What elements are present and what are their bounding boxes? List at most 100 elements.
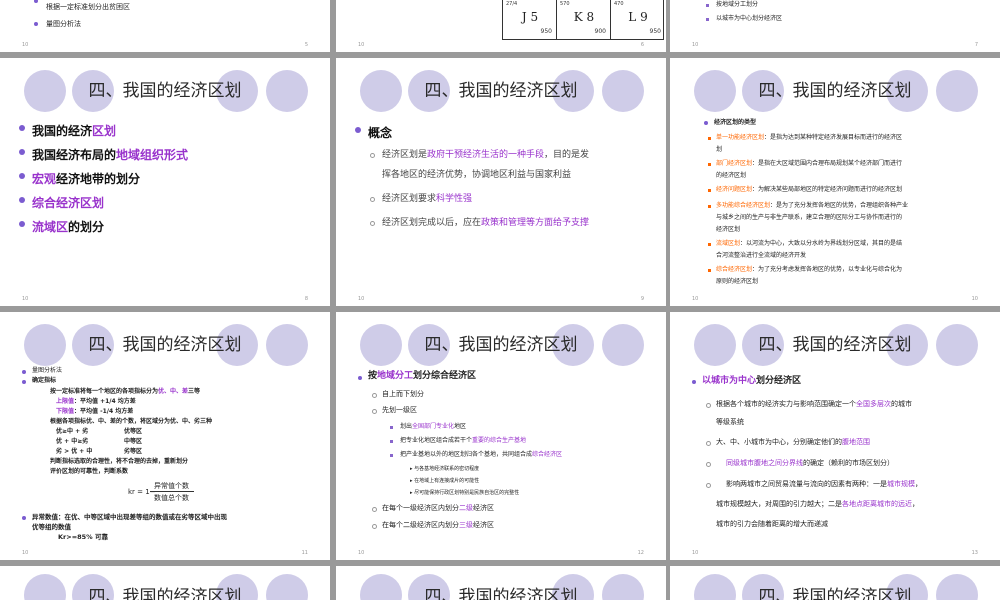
slide-title: 四、我国的经济区划 (758, 587, 912, 600)
slide-footer-left: 10 (358, 296, 365, 302)
slide-heading: 按地域分工划分综合经济区 (368, 371, 477, 381)
slide-text: 等级系统 (716, 418, 744, 426)
slide-page-number: 5 (304, 42, 308, 48)
slide-6[interactable]: 27/4 J 5 950 570 K 8 900 470 L 9 950 10 … (336, 0, 666, 52)
bullet-icon (372, 507, 377, 512)
bullet-icon (708, 137, 711, 140)
slide-15[interactable]: 四、我国的经济区划 (336, 566, 666, 600)
bullet-icon (706, 403, 711, 408)
bullet-item: 我国的经济区划 (19, 122, 320, 139)
slide-text: 自上而下划分 (382, 390, 424, 398)
slide-title: 四、我国的经济区划 (424, 81, 578, 101)
slide-page-number: 6 (640, 42, 644, 48)
slide-text: 大、中、小城市为中心，分别确定他们的腹地范围 (716, 438, 870, 446)
paragraph: 经济区划是政府干预经济生活的一种手段，目的是发 (382, 150, 590, 160)
type-item: 单一功能经济区划：是指为达到某种特定经济发展目标而进行的经济区 (716, 134, 903, 141)
cell-code: L 9 (628, 10, 648, 24)
slide-footer-left: 10 (692, 42, 699, 48)
slide-text: 判断指标选取的合理性，将不合理的去掉，重新划分 (50, 458, 189, 465)
slide-heading: 以城市为中心划分经济区 (702, 376, 802, 386)
bullet-icon (708, 189, 711, 192)
slide-text: 根据各个城市的经济实力与影响范围确定一个全国多层次的城市 (716, 400, 912, 408)
slide-text: 下限值：平均值 -1/4 均方差 (56, 408, 134, 415)
bullet-icon (708, 243, 711, 246)
slide-title: 四、我国的经济区划 (88, 81, 242, 101)
bullet-icon (370, 197, 375, 202)
cell-note: 570 (560, 1, 570, 7)
cell-note: 470 (614, 1, 624, 7)
list-heading: 经济区划的类型 (714, 119, 757, 126)
bullet-icon (22, 516, 26, 520)
slide-text: ▸ 与各基地经济联系的密切程度 (410, 466, 480, 472)
slide-10[interactable]: 四、我国的经济区划 经济区划的类型 单一功能经济区划：是指为达到某种特定经济发展… (670, 58, 1000, 306)
slide-text: 中等区 (124, 438, 143, 445)
paragraph: 经济区划要求科学性强 (382, 194, 473, 204)
cell-code: K 8 (573, 10, 595, 24)
slide-14[interactable]: 四、我国的经济区划 (0, 566, 330, 600)
slide-11[interactable]: 四、我国的经济区划 量图分析法 确定指标 按一定标准将每一个地区的各项指标分为优… (0, 312, 330, 560)
slide-text: ▸ 尽可能保持行政区划特别是民族自治区的完整性 (410, 490, 520, 496)
slide-9[interactable]: 四、我国的经济区划 概念 经济区划是政府干预经济生活的一种手段，目的是发 挥各地… (336, 58, 666, 306)
slide-footer-left: 10 (22, 550, 29, 556)
slide-text: 优等区 (124, 428, 143, 435)
slide-footer-left: 10 (22, 296, 29, 302)
slide-text: 量图分析法 (32, 367, 63, 374)
slide-16[interactable]: 四、我国的经济区划 (670, 566, 1000, 600)
type-item: 部门经济区划：是指在大区域范围内合理布局规划某个经济部门而进行 (716, 160, 903, 167)
table-cell: 27/4 J 5 950 (503, 0, 557, 40)
slide-7[interactable]: 按地域分工划分 以城市为中心划分经济区 10 7 (670, 0, 1000, 52)
slide-page-number: 12 (637, 550, 644, 556)
slide-footer-left: 10 (358, 550, 365, 556)
bullet-icon (22, 380, 26, 384)
slide-text: 劣等区 (124, 448, 143, 455)
bullet-icon (704, 121, 708, 125)
bullet-icon (706, 4, 709, 7)
type-item-cont: 划 (716, 146, 723, 153)
slide-text: 影响两城市之间贸易流量与流向的因素有两种：一是城市规模， (726, 480, 922, 488)
slide-text: 异常数值：在优、中等区域中出现差等组的数值或在劣等区域中出现 (32, 513, 227, 521)
bullet-icon (370, 153, 375, 158)
slide-footer-left: 10 (692, 550, 699, 556)
bullet-icon (390, 454, 393, 457)
slide-text: 量图分析法 (46, 20, 81, 28)
slide-sorter-grid: 根据一定标准划分出贫困区 量图分析法 10 5 27/4 J 5 950 570… (0, 0, 1000, 600)
slide-footer-left: 10 (358, 42, 365, 48)
slide-text: 劣 > 优 + 中 (56, 448, 93, 455)
bullet-icon (372, 409, 377, 414)
slide-title: 四、我国的经济区划 (88, 587, 242, 600)
slide-text: 先划一级区 (382, 406, 417, 414)
bullet-icon (34, 22, 38, 26)
paragraph: 挥各地区的经济优势，协调地区利益与国家利益 (382, 170, 572, 180)
cell-note: 27/4 (506, 1, 518, 7)
slide-text: 优≥中 + 劣 (56, 428, 89, 435)
bullet-item: 综合经济区划 (19, 194, 320, 211)
bullet-icon (708, 205, 711, 208)
slide-13[interactable]: 四、我国的经济区划 以城市为中心划分经济区 根据各个城市的经济实力与影响范围确定… (670, 312, 1000, 560)
cell-value: 900 (594, 28, 606, 35)
bullet-icon (708, 163, 711, 166)
slide-text: 以城市为中心划分经济区 (716, 15, 783, 22)
type-item: 经济问题区划：为解决某些局部地区的特定经济问题而进行的经济区划 (716, 186, 903, 193)
bullet-item: 我国经济布局的地域组织形式 (19, 146, 320, 163)
slide-text: 根据一定标准划分出贫困区 (46, 3, 130, 11)
type-item-cont: 合河流整治进行全流域的经济开发 (716, 252, 807, 259)
bullet-icon (372, 393, 377, 398)
bullet-icon (370, 221, 375, 226)
formula: kr = 1− 异常值个数 数值总个数 (128, 481, 208, 507)
slide-text: 在每个二级经济区内划分三级经济区 (382, 521, 494, 529)
type-item-cont: 与城乡之间的生产与非生产联系，建立合理的区际分工与协作而进行的 (716, 214, 903, 221)
slide-title: 四、我国的经济区划 (758, 81, 912, 101)
slide-12[interactable]: 四、我国的经济区划 按地域分工划分综合经济区 自上而下划分 先划一级区 划出全国… (336, 312, 666, 560)
slide-text: 优 + 中≥劣 (56, 438, 89, 445)
cell-value: 950 (540, 28, 552, 35)
bullet-icon (706, 441, 711, 446)
bullet-item: 宏观经济地带的划分 (19, 170, 320, 187)
bullet-icon (706, 18, 709, 21)
type-item: 流域区划：以河流为中心，大致以分水岭为界线划分区域，其目的是结 (716, 240, 903, 247)
slide-8[interactable]: 四、我国的经济区划 我国的经济区划 我国经济布局的地域组织形式 宏观经济地带的划… (0, 58, 330, 306)
slide-page-number: 13 (971, 550, 978, 556)
slide-5[interactable]: 根据一定标准划分出贫困区 量图分析法 10 5 (0, 0, 330, 52)
bullet-icon (692, 380, 696, 384)
slide-text: 确定指标 (32, 377, 57, 384)
bullet-icon (706, 483, 711, 488)
